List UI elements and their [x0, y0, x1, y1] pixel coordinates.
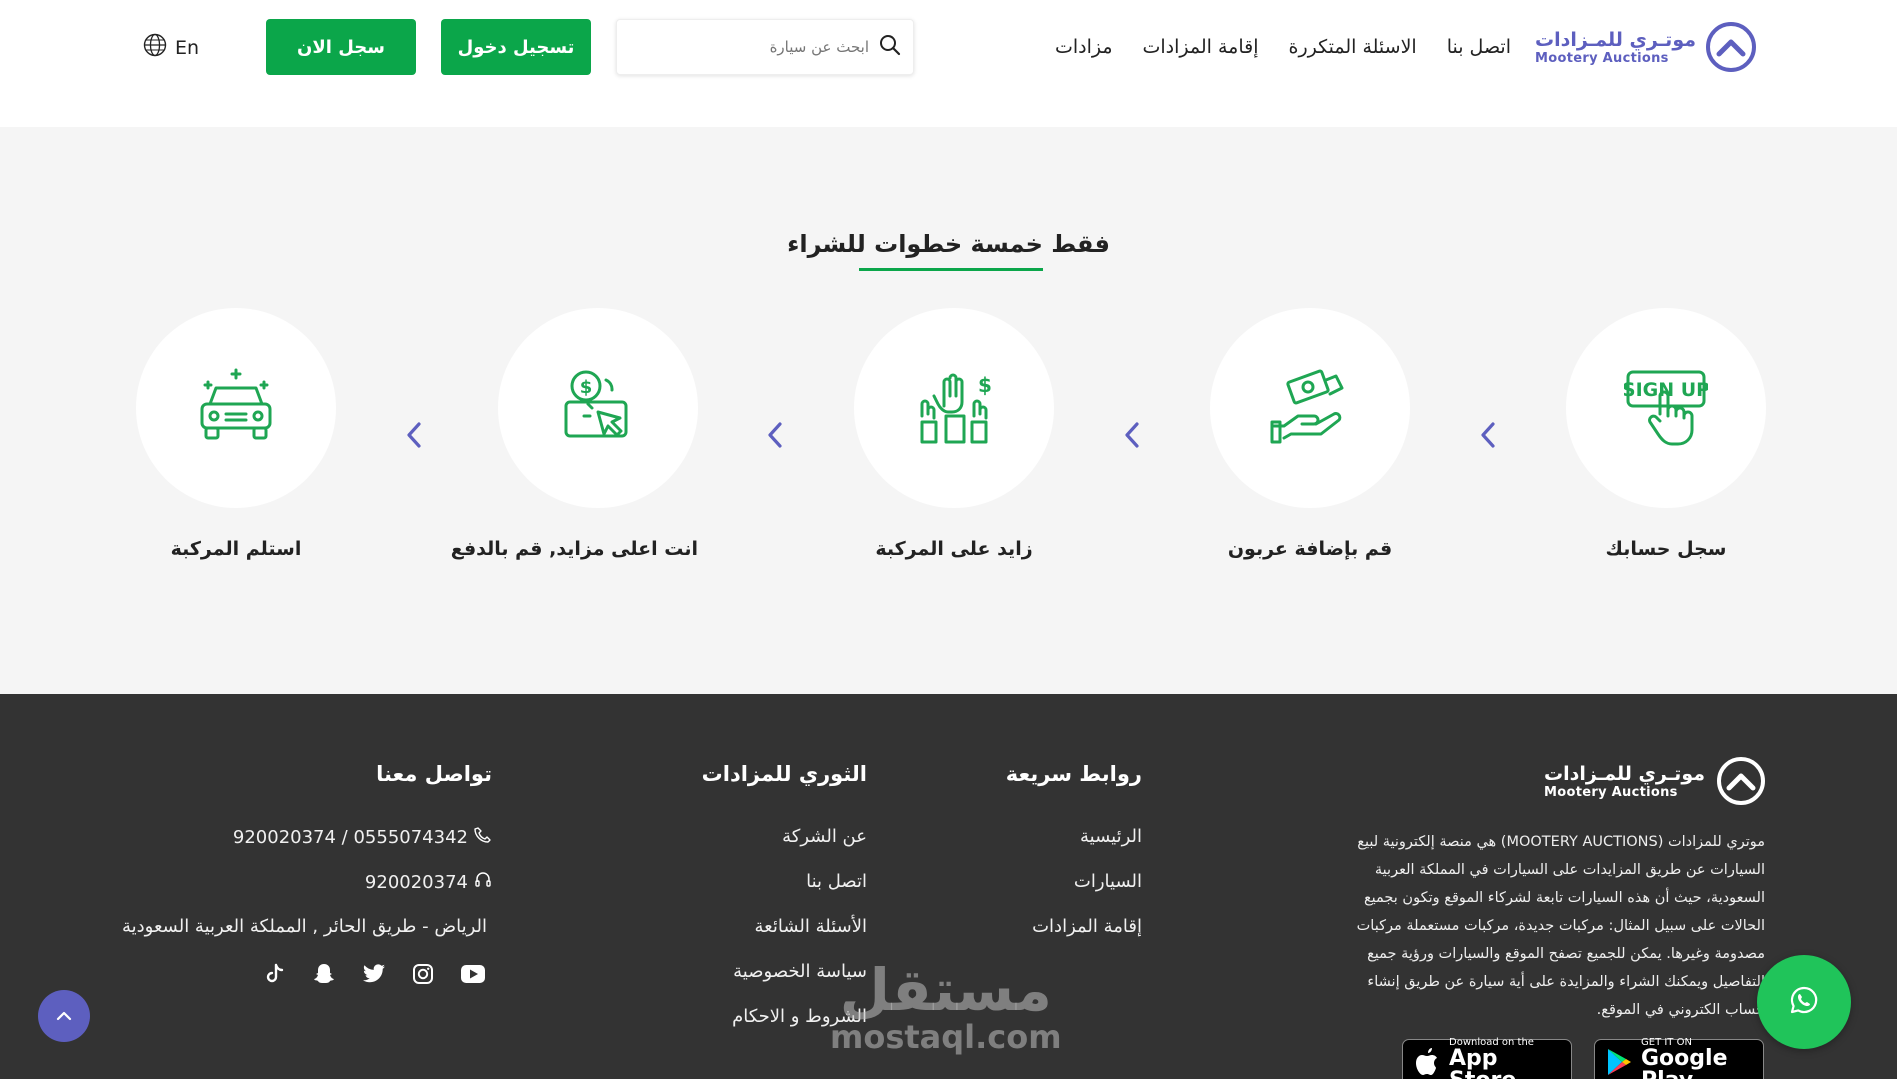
signup-button[interactable]: سجل الان — [266, 19, 416, 75]
globe-icon — [143, 33, 167, 62]
support-number[interactable]: 920020374 — [365, 872, 468, 893]
footer-link-contact[interactable]: اتصل بنا — [806, 871, 867, 892]
title-underline — [859, 268, 1043, 271]
svg-text:SIGN UP: SIGN UP — [1624, 379, 1708, 401]
step-label: قم بإضافة عربون — [1227, 538, 1393, 560]
logo-chevron-icon — [1717, 757, 1765, 805]
contact-title: تواصل معنا — [376, 762, 492, 786]
step-circle — [136, 308, 336, 508]
chevron-up-icon — [55, 1007, 73, 1026]
footer-link-faq[interactable]: الأسئلة الشائعة — [755, 916, 867, 937]
step-deposit: قم بإضافة عربون — [1210, 308, 1410, 560]
footer-link-home[interactable]: الرئيسية — [1080, 826, 1142, 847]
quick-links-title: روابط سريعة — [1005, 762, 1142, 786]
headset-icon — [474, 871, 492, 894]
step-label: سجل حسابك — [1605, 538, 1727, 560]
search-icon[interactable] — [879, 34, 901, 60]
chevron-left-icon[interactable] — [1478, 420, 1498, 450]
instagram-icon[interactable] — [412, 963, 434, 985]
pay-click-icon: $ — [558, 366, 638, 450]
footer-about-text: موتري للمزادات (MOOTERY AUCTIONS) هي منص… — [1356, 834, 1765, 1018]
contact-address: الرياض - طريق الحائر , المملكة العربية ا… — [122, 916, 487, 937]
footer-link-about[interactable]: عن الشركة — [782, 826, 867, 847]
watermark-english: mostaql.com — [830, 1018, 1062, 1056]
money-hand-icon — [1270, 366, 1350, 450]
nav-contact[interactable]: اتصل بنا — [1447, 36, 1511, 58]
logo-chevron-icon — [1706, 22, 1756, 72]
main-nav: مزادات إقامة المزادات الاسئلة المتكررة ا… — [1055, 36, 1511, 58]
chevron-left-icon[interactable] — [1122, 420, 1142, 450]
app-store-big: App Store — [1449, 1045, 1516, 1079]
youtube-icon[interactable] — [460, 964, 486, 984]
chevron-left-icon[interactable] — [404, 420, 424, 450]
nav-host-auctions[interactable]: إقامة المزادات — [1143, 36, 1259, 58]
contact-phones: 920020374 / 0555074342 — [233, 826, 492, 849]
logo-arabic: موتـري للمـزادات — [1535, 28, 1696, 51]
google-play-button[interactable]: GET IT ON Google Play — [1594, 1037, 1764, 1079]
logo-english: Mootery Auctions — [1535, 50, 1669, 66]
step-pay: $ انت اعلى مزايد, قم بالدفع — [450, 308, 698, 560]
car-icon — [196, 366, 276, 450]
app-store-button[interactable]: Download on the App Store — [1402, 1037, 1572, 1079]
whatsapp-button[interactable] — [1757, 955, 1851, 1049]
social-links — [264, 962, 486, 986]
google-play-big: Google Play — [1641, 1045, 1728, 1079]
phone-icon — [474, 826, 492, 849]
step-signup: SIGN UP سجل حسابك — [1566, 308, 1766, 560]
svg-text:$: $ — [978, 373, 992, 397]
step-circle: $ — [498, 308, 698, 508]
site-logo[interactable]: موتـري للمـزادات Mootery Auctions — [1535, 22, 1756, 72]
nav-auctions[interactable]: مزادات — [1055, 36, 1113, 58]
footer-link-cars[interactable]: السيارات — [1074, 871, 1142, 892]
search-box — [616, 19, 914, 75]
company-title: الثوري للمزادات — [701, 762, 867, 786]
footer-logo-text: موتـري للمـزادات Mootery Auctions — [1544, 763, 1705, 800]
mostaql-watermark: مستقل mostaql.com — [830, 960, 1062, 1054]
step-circle: $ — [854, 308, 1054, 508]
step-receive: استلم المركبة — [136, 308, 336, 560]
step-bid: $ زايد على المركبة — [854, 308, 1054, 560]
header-band — [0, 93, 1897, 127]
language-label: En — [175, 36, 200, 59]
nav-faq[interactable]: الاسئلة المتكررة — [1289, 36, 1417, 58]
search-input[interactable] — [629, 38, 869, 56]
footer-link-host-auctions[interactable]: إقامة المزادات — [1032, 916, 1142, 937]
footer-logo-arabic: موتـري للمـزادات — [1544, 762, 1705, 785]
footer-logo-english: Mootery Auctions — [1544, 784, 1678, 800]
contact-support: 920020374 — [365, 871, 492, 894]
raised-hands-bid-icon: $ — [914, 366, 994, 450]
scroll-to-top-button[interactable] — [38, 990, 90, 1042]
svg-text:$: $ — [580, 377, 593, 398]
watermark-arabic: مستقل — [839, 956, 1052, 1024]
apple-icon — [1413, 1046, 1441, 1079]
chevron-left-icon[interactable] — [765, 420, 785, 450]
language-switcher[interactable]: En — [143, 33, 199, 62]
logo-text: موتـري للمـزادات Mootery Auctions — [1535, 29, 1696, 66]
step-circle: SIGN UP — [1566, 308, 1766, 508]
step-circle — [1210, 308, 1410, 508]
twitter-icon[interactable] — [362, 964, 386, 984]
google-play-icon — [1605, 1047, 1633, 1079]
login-button[interactable]: تسجيل دخول — [441, 19, 591, 75]
step-label: استلم المركبة — [170, 538, 302, 560]
steps-title: فقط خمسة خطوات للشراء — [787, 230, 1110, 258]
whatsapp-icon — [1789, 985, 1819, 1019]
step-label: زايد على المركبة — [875, 538, 1033, 560]
phone-numbers[interactable]: 920020374 / 0555074342 — [233, 827, 468, 848]
footer-logo[interactable]: موتـري للمـزادات Mootery Auctions — [1544, 757, 1765, 805]
site-header: موتـري للمـزادات Mootery Auctions مزادات… — [0, 0, 1897, 93]
step-label: انت اعلى مزايد, قم بالدفع — [450, 538, 698, 560]
snapchat-icon[interactable] — [312, 962, 336, 986]
signup-hand-icon: SIGN UP — [1622, 364, 1710, 452]
tiktok-icon[interactable] — [264, 963, 286, 985]
